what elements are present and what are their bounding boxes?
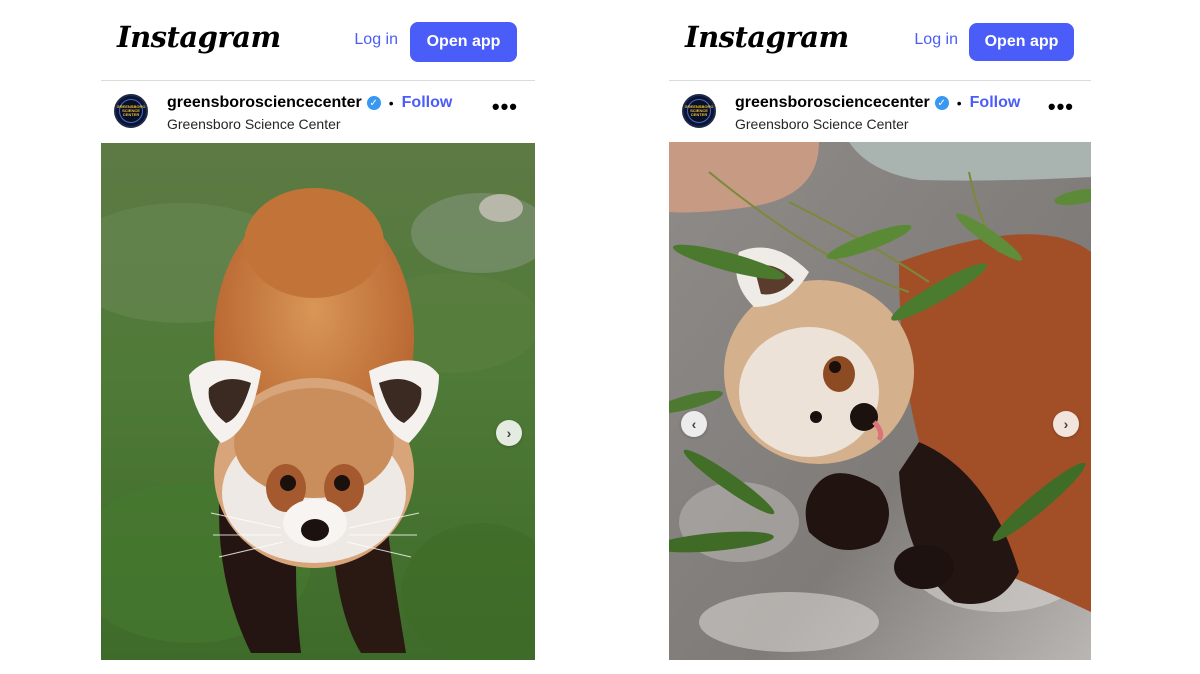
avatar[interactable]: GREENSBORO SCIENCE CENTER [682, 94, 716, 128]
top-bar: Instagram Log in Open app [101, 0, 535, 81]
post-header: GREENSBORO SCIENCE CENTER greensboroscie… [669, 81, 1091, 143]
instagram-post-right: Instagram Log in Open app GREENSBORO SCI… [669, 0, 1091, 660]
post-photo[interactable]: › [101, 143, 535, 660]
verified-badge-icon: ✓ [934, 96, 949, 110]
open-app-button[interactable]: Open app [969, 23, 1074, 61]
separator-dot: • [956, 95, 962, 111]
instagram-post-left: Instagram Log in Open app GREENSBORO SCI… [101, 0, 535, 660]
username-row: greensborosciencecenter ✓ • Follow [167, 94, 452, 112]
post-photo[interactable]: ‹ › [669, 142, 1091, 660]
separator-dot: • [388, 95, 394, 111]
avatar[interactable]: GREENSBORO SCIENCE CENTER [114, 94, 148, 128]
verified-badge-icon: ✓ [366, 96, 381, 110]
top-bar: Instagram Log in Open app [669, 0, 1091, 81]
red-panda-grass-image [101, 143, 535, 660]
username-row: greensborosciencecenter ✓ • Follow [735, 94, 1020, 112]
instagram-logo[interactable]: Instagram [117, 20, 281, 54]
username[interactable]: greensborosciencecenter [735, 94, 930, 112]
post-header: GREENSBORO SCIENCE CENTER greensboroscie… [101, 81, 535, 143]
username[interactable]: greensborosciencecenter [167, 94, 362, 112]
next-image-arrow-icon[interactable]: › [496, 420, 522, 446]
avatar-logo: GREENSBORO SCIENCE CENTER [117, 99, 145, 123]
more-options-icon[interactable]: ••• [492, 96, 518, 118]
next-image-arrow-icon[interactable]: › [1053, 411, 1079, 437]
red-panda-cub-bamboo-image [669, 142, 1091, 660]
location-label[interactable]: Greensboro Science Center [735, 116, 909, 132]
location-label[interactable]: Greensboro Science Center [167, 116, 341, 132]
open-app-button[interactable]: Open app [410, 22, 517, 62]
login-link[interactable]: Log in [914, 31, 958, 49]
previous-image-arrow-icon[interactable]: ‹ [681, 411, 707, 437]
instagram-logo[interactable]: Instagram [685, 20, 849, 54]
login-link[interactable]: Log in [354, 31, 398, 49]
follow-button[interactable]: Follow [402, 94, 453, 112]
avatar-logo: GREENSBORO SCIENCE CENTER [685, 99, 713, 123]
follow-button[interactable]: Follow [970, 94, 1021, 112]
more-options-icon[interactable]: ••• [1048, 96, 1074, 118]
